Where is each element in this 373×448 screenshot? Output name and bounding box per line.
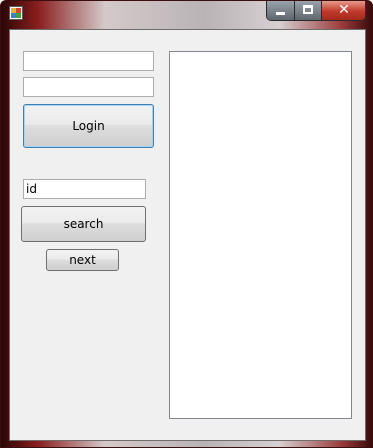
maximize-button[interactable] xyxy=(294,1,321,20)
maximize-icon xyxy=(303,5,313,14)
results-listbox[interactable] xyxy=(169,51,352,419)
title-bar[interactable]: ✕ xyxy=(1,1,372,27)
login-button[interactable]: Login xyxy=(23,104,154,148)
minimize-icon xyxy=(276,12,285,15)
form-client-area: Login search next xyxy=(9,29,366,441)
app-window: ✕ Login search next xyxy=(0,0,373,448)
search-button[interactable]: search xyxy=(21,206,146,242)
username-field[interactable] xyxy=(23,51,154,71)
close-button[interactable]: ✕ xyxy=(321,1,365,20)
next-button[interactable]: next xyxy=(46,249,119,271)
close-icon: ✕ xyxy=(338,2,350,18)
minimize-button[interactable] xyxy=(267,1,294,20)
id-field[interactable] xyxy=(23,179,146,199)
app-icon[interactable] xyxy=(9,6,23,20)
password-field[interactable] xyxy=(23,77,154,97)
caption-buttons: ✕ xyxy=(266,1,366,21)
